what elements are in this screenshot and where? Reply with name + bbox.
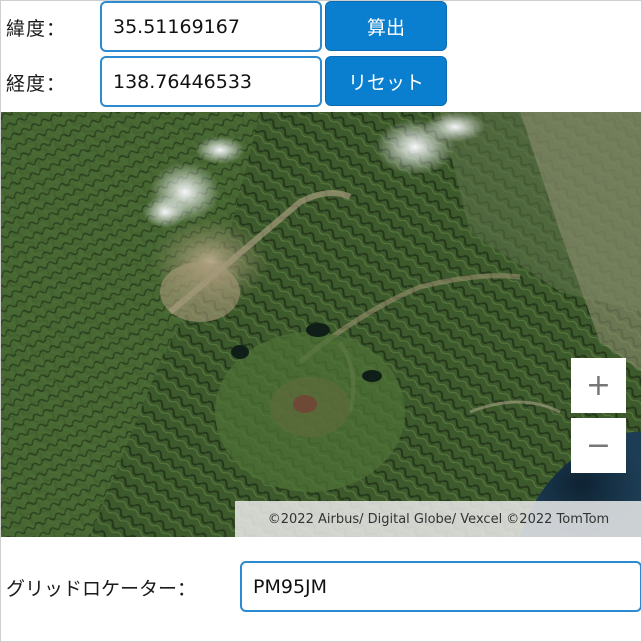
plus-icon: + — [585, 367, 612, 403]
longitude-row: 経度： 138.76446533 リセット — [0, 55, 642, 109]
satellite-map[interactable]: + − ©2022 Airbus/ Digital Globe/ Vexcel … — [0, 112, 642, 537]
longitude-input[interactable]: 138.76446533 — [100, 56, 322, 107]
map-attribution: ©2022 Airbus/ Digital Globe/ Vexcel ©202… — [235, 501, 642, 537]
minus-icon: − — [585, 427, 612, 463]
grid-locator-row: グリッドロケーター： PM95JM — [0, 560, 642, 614]
map-imagery — [0, 112, 642, 537]
latitude-row: 緯度： 35.51169167 算出 — [0, 0, 642, 54]
latitude-input[interactable]: 35.51169167 — [100, 1, 322, 52]
longitude-label: 経度： — [6, 73, 67, 95]
grid-locator-input[interactable]: PM95JM — [240, 561, 642, 612]
zoom-in-button[interactable]: + — [571, 358, 626, 413]
latitude-label: 緯度： — [6, 18, 67, 40]
calculate-button[interactable]: 算出 — [325, 1, 447, 51]
zoom-out-button[interactable]: − — [571, 418, 626, 473]
grid-locator-label: グリッドロケーター： — [6, 578, 197, 600]
reset-button[interactable]: リセット — [325, 56, 447, 106]
